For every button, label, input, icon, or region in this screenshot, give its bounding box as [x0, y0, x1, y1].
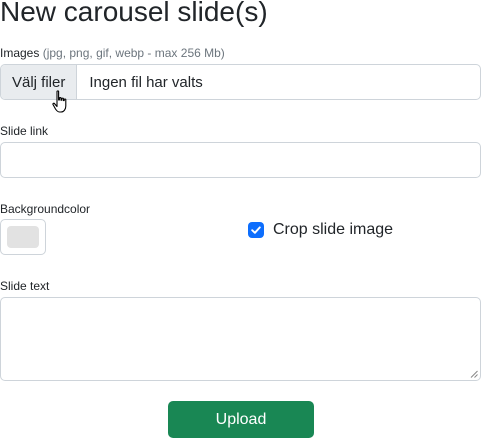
resize-grip-icon[interactable]: [470, 370, 478, 378]
hand-pointer-icon: [52, 90, 67, 113]
crop-slide-image-option[interactable]: Crop slide image: [248, 221, 393, 239]
upload-button[interactable]: Upload: [168, 401, 314, 438]
images-label: Images: [0, 46, 40, 60]
crop-checkbox[interactable]: [248, 222, 264, 238]
color-swatch: [7, 226, 39, 248]
page-title: New carousel slide(s): [0, 0, 268, 27]
checkmark-icon: [251, 226, 261, 234]
slide-text-label: Slide text: [0, 279, 50, 293]
background-color-label: Backgroundcolor: [0, 202, 91, 216]
slide-text-textarea[interactable]: [0, 297, 481, 381]
file-status-text: Ingen fil har valts: [89, 73, 203, 91]
crop-label: Crop slide image: [273, 221, 394, 238]
images-hint: (jpg, png, gif, webp - max 256 Mb): [42, 46, 225, 60]
slide-link-input[interactable]: [0, 142, 481, 178]
images-file-input[interactable]: Välj filer Ingen fil har valts: [0, 64, 481, 100]
carousel-slide-form: New carousel slide(s) Images (jpg, png, …: [0, 0, 483, 438]
slide-link-label: Slide link: [0, 124, 49, 138]
images-label-row: Images (jpg, png, gif, webp - max 256 Mb…: [0, 46, 225, 60]
background-color-picker[interactable]: [0, 219, 46, 255]
